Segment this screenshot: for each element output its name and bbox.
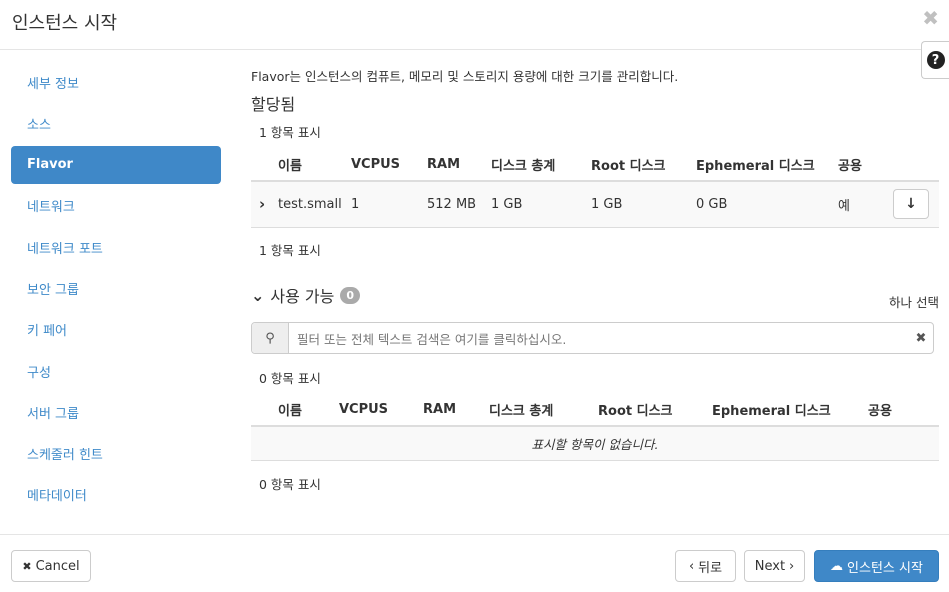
wizard-sidebar: 세부 정보 소스 Flavor 네트워크 네트워크 포트 보안 그룹 키 페어 … [11,63,221,517]
flavor-disk-total: 1 GB [491,196,523,212]
allocated-title: 할당됨 [251,95,296,114]
back-button[interactable]: ‹ 뒤로 [675,550,736,582]
close-icon: ✖ [22,559,32,573]
expand-column-header [251,149,278,182]
available-count-badge: 0 [340,286,361,304]
col-root-disk[interactable]: Root 디스크 [598,394,712,427]
select-one-hint: 하나 선택 [889,295,939,310]
col-public[interactable]: 공용 [868,394,939,427]
flavor-vcpus: 1 [351,196,360,212]
next-button[interactable]: Next › [744,550,805,582]
close-icon[interactable]: ✖ [922,6,939,30]
back-label: 뒤로 [698,560,723,576]
col-name[interactable]: 이름 [278,394,339,427]
available-toggle[interactable]: ⌄ 사용 가능 0 [251,283,361,307]
flavor-ephemeral-disk: 0 GB [696,196,728,212]
flavor-root-disk: 1 GB [591,196,623,212]
allocated-count-top: 1 항목 표시 [259,125,321,140]
sidebar-item-source[interactable]: 소스 [11,104,221,142]
available-title: 사용 가능 [270,287,335,306]
cancel-button[interactable]: ✖ Cancel [11,550,91,582]
chevron-down-icon: ⌄ [251,285,265,305]
sidebar-item-metadata[interactable]: 메타데이터 [11,476,221,514]
expand-column-header [251,394,278,427]
help-icon: ? [926,51,945,69]
table-row: › test.small 1 512 MB 1 GB 1 GB 0 GB 예 ↓ [251,181,939,227]
available-count-bottom: 0 항목 표시 [259,477,321,492]
help-button[interactable]: ? [921,41,949,79]
filter-bar[interactable]: ⚲ 필터 또는 전체 텍스트 검색은 여기를 클릭하십시오. ✖ [251,322,934,354]
chevron-right-icon: › [789,558,795,574]
search-icon: ⚲ [252,323,289,353]
search-input[interactable]: 필터 또는 전체 텍스트 검색은 여기를 클릭하십시오. [289,323,909,353]
deallocate-button[interactable]: ↓ [893,189,929,220]
sidebar-item-flavor[interactable]: Flavor [11,145,221,184]
col-ram[interactable]: RAM [423,394,489,427]
col-vcpus[interactable]: VCPUS [339,394,423,427]
flavor-description: Flavor는 인스턴스의 컴퓨트, 메모리 및 스토리지 용량에 대한 크기를… [251,69,679,84]
col-ephemeral-disk[interactable]: Ephemeral 디스크 [696,149,838,182]
modal-header: 인스턴스 시작 ✖ [0,0,949,50]
action-cell: ↓ [893,181,939,227]
col-disk-total[interactable]: 디스크 총계 [491,149,591,182]
action-column-header [893,149,939,182]
sidebar-item-configuration[interactable]: 구성 [11,352,221,390]
cloud-upload-icon: ☁ [830,558,844,574]
sidebar-item-network-ports[interactable]: 네트워크 포트 [11,228,221,266]
chevron-left-icon: ‹ [688,558,695,574]
clear-icon[interactable]: ✖ [909,323,933,353]
modal-footer: ✖ Cancel ‹ 뒤로 Next › ☁ 인스턴스 시작 [0,534,949,592]
available-table: 이름 VCPUS RAM 디스크 총계 Root 디스크 Ephemeral 디… [251,394,939,461]
available-count-top: 0 항목 표시 [259,371,321,386]
col-ephemeral-disk[interactable]: Ephemeral 디스크 [712,394,868,427]
col-ram[interactable]: RAM [427,149,491,182]
allocated-table: 이름 VCPUS RAM 디스크 총계 Root 디스크 Ephemeral 디… [251,149,939,228]
flavor-ram: 512 MB [427,196,477,212]
col-root-disk[interactable]: Root 디스크 [591,149,696,182]
arrow-down-icon: ↓ [905,196,917,213]
col-public[interactable]: 공용 [838,149,893,182]
sidebar-item-details[interactable]: 세부 정보 [11,63,221,101]
sidebar-item-scheduler-hints[interactable]: 스케줄러 힌트 [11,435,221,473]
empty-row: 표시할 항목이 없습니다. [251,426,939,461]
cancel-label: Cancel [35,558,80,574]
sidebar-item-key-pair[interactable]: 키 페어 [11,311,221,349]
sidebar-item-security-groups[interactable]: 보안 그룹 [11,269,221,307]
launch-label: 인스턴스 시작 [847,560,923,576]
empty-message: 표시할 항목이 없습니다. [251,426,939,461]
allocated-count-bottom: 1 항목 표시 [259,243,321,258]
sidebar-item-networks[interactable]: 네트워크 [11,187,221,225]
sidebar-item-server-groups[interactable]: 서버 그룹 [11,393,221,431]
flavor-name: test.small [278,196,342,212]
modal-title: 인스턴스 시작 [12,13,118,34]
col-vcpus[interactable]: VCPUS [351,149,427,182]
flavor-public: 예 [838,198,850,214]
col-disk-total[interactable]: 디스크 총계 [489,394,598,427]
expand-row-icon[interactable]: › [251,181,278,227]
launch-instance-button[interactable]: ☁ 인스턴스 시작 [814,550,939,582]
col-name[interactable]: 이름 [278,149,351,182]
next-label: Next [754,558,786,574]
